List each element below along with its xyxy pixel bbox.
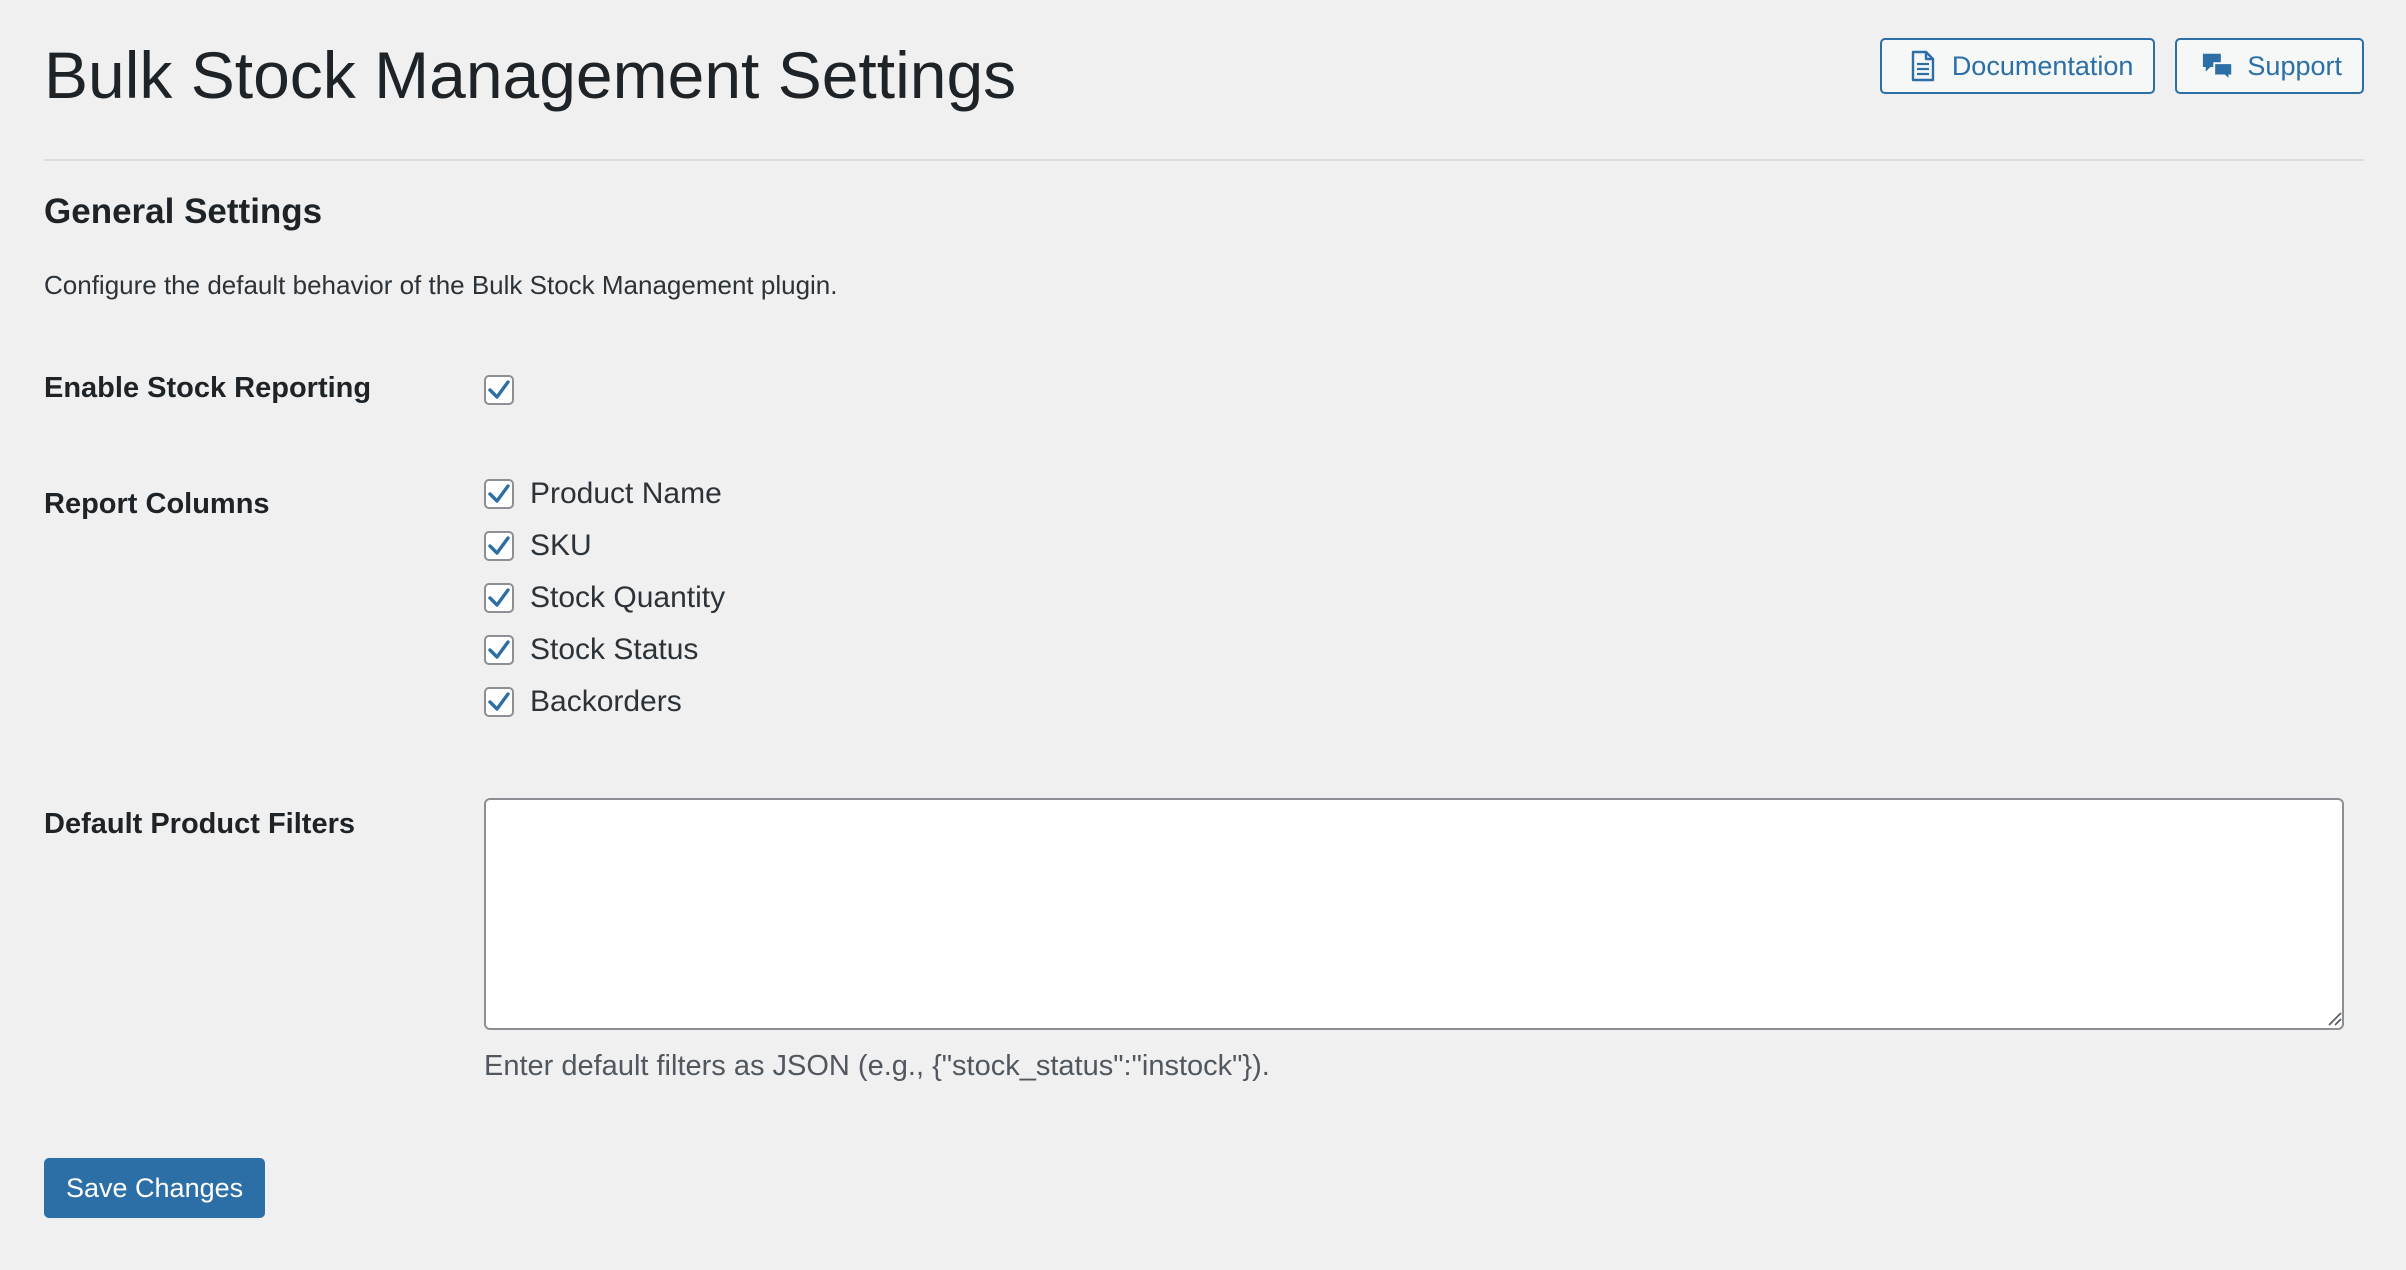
enable-reporting-label: Enable Stock Reporting (44, 372, 372, 404)
report-columns-label: Report Columns (44, 488, 270, 520)
checkmark-icon (488, 484, 510, 503)
column-label-backorders[interactable]: Backorders (530, 685, 682, 719)
checkmark-icon (488, 640, 510, 659)
header-divider (44, 159, 2364, 161)
support-button[interactable]: Support (2175, 38, 2364, 94)
checkmark-icon (488, 536, 510, 555)
section-description: Configure the default behavior of the Bu… (44, 270, 838, 300)
column-label-sku[interactable]: SKU (530, 529, 592, 563)
support-button-label: Support (2247, 50, 2342, 81)
default-filters-textarea[interactable] (484, 798, 2344, 1030)
column-label-product-name[interactable]: Product Name (530, 477, 722, 511)
resize-handle-icon[interactable] (2326, 1010, 2342, 1026)
column-checkbox-stock-quantity[interactable] (484, 583, 514, 613)
column-checkbox-product-name[interactable] (484, 479, 514, 509)
column-checkbox-backorders[interactable] (484, 687, 514, 717)
column-label-stock-status[interactable]: Stock Status (530, 633, 698, 667)
checkmark-icon (488, 380, 510, 399)
column-checkbox-stock-status[interactable] (484, 635, 514, 665)
header-actions: Documentation Support (1879, 38, 2364, 94)
column-checkbox-sku[interactable] (484, 531, 514, 561)
save-changes-button[interactable]: Save Changes (44, 1158, 266, 1218)
column-label-stock-quantity[interactable]: Stock Quantity (530, 581, 725, 615)
enable-reporting-checkbox[interactable] (484, 375, 514, 405)
checkmark-icon (488, 588, 510, 607)
page-title: Bulk Stock Management Settings (44, 38, 1017, 112)
documentation-button-label: Documentation (1951, 50, 2134, 81)
document-icon (1906, 49, 1940, 83)
documentation-button[interactable]: Documentation (1879, 38, 2156, 94)
checkmark-icon (488, 692, 510, 711)
default-filters-help: Enter default filters as JSON (e.g., {"s… (484, 1050, 1270, 1082)
speech-bubbles-icon (2201, 49, 2235, 83)
section-title: General Settings (44, 192, 323, 231)
default-filters-label: Default Product Filters (44, 808, 355, 840)
